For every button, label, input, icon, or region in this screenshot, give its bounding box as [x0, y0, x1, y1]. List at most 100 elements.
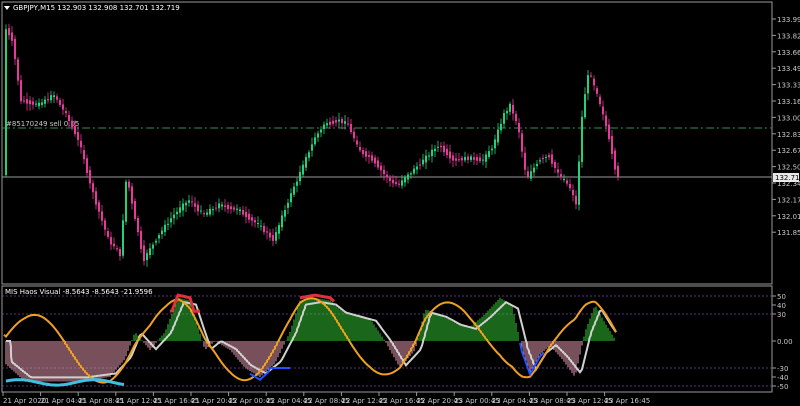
- candle-body: [233, 207, 235, 210]
- candle-body: [269, 232, 271, 238]
- candle-body: [398, 183, 400, 185]
- candle-body: [257, 223, 259, 225]
- price-axis: 133.990 133.825 133.660 133.495 133.330 133.1…: [772, 16, 800, 237]
- candle-body: [362, 149, 364, 155]
- candle-body: [143, 245, 145, 262]
- indicator-area[interactable]: [1, 285, 773, 393]
- price-tick-label: 132.010: [777, 213, 800, 221]
- candle-body: [344, 121, 346, 124]
- candle-body: [356, 140, 358, 145]
- candle-body: [17, 59, 19, 81]
- candle-body: [422, 159, 424, 165]
- candle-body: [251, 217, 253, 221]
- indicator-tick-label: -30: [777, 365, 788, 373]
- candle-body: [602, 106, 604, 115]
- candle-body: [44, 99, 46, 104]
- candle-body: [119, 248, 121, 257]
- indicator-axis: 504030 0.00 -30-40-50: [772, 293, 793, 391]
- candle-body: [437, 146, 439, 148]
- candle-body: [557, 169, 559, 173]
- candle-body: [293, 186, 295, 195]
- candle-body: [464, 156, 466, 161]
- candle-body: [218, 203, 220, 209]
- candle-body: [440, 145, 442, 148]
- candle-body: [191, 201, 193, 203]
- candle-body: [521, 133, 523, 152]
- candle-body: [197, 204, 199, 212]
- candle-body: [536, 163, 538, 167]
- candle-body: [575, 195, 577, 205]
- price-tick-label: 132.670: [777, 147, 800, 155]
- candle-body: [29, 100, 31, 105]
- candle-body: [290, 193, 292, 203]
- candle-body: [410, 173, 412, 175]
- candle-body: [599, 96, 601, 105]
- candle-body: [446, 148, 448, 156]
- candle-body: [449, 151, 451, 159]
- candle-body: [152, 244, 154, 249]
- candle-body: [545, 156, 547, 158]
- price-tick-label: 131.850: [777, 229, 800, 237]
- candle-body: [371, 155, 373, 161]
- candle-body: [458, 159, 460, 161]
- price-tick-label: 132.835: [777, 131, 800, 139]
- candle-body: [470, 156, 472, 161]
- candle-body: [272, 235, 274, 241]
- candle-body: [530, 171, 532, 179]
- candle-body: [131, 186, 133, 204]
- candle-body: [338, 119, 340, 122]
- candle-body: [47, 98, 49, 101]
- candle-body: [419, 164, 421, 166]
- candle-body: [434, 148, 436, 152]
- candle-body: [209, 208, 211, 215]
- candle-body: [566, 180, 568, 184]
- candle-body: [353, 131, 355, 139]
- candle-body: [305, 157, 307, 168]
- candle-body: [359, 146, 361, 151]
- candle-body: [8, 28, 10, 36]
- candle-body: [74, 125, 76, 135]
- candle-body: [137, 217, 139, 233]
- candle-body: [473, 157, 475, 160]
- candle-body: [482, 159, 484, 161]
- main-chart-area[interactable]: [1, 1, 773, 285]
- candle-body: [341, 118, 343, 124]
- chart-window[interactable]: GBPJPY,M15 132.903 132.908 132.701 132.7…: [0, 0, 800, 406]
- candle-body: [491, 148, 493, 151]
- candle-body: [194, 203, 196, 207]
- candle-body: [374, 157, 376, 164]
- candle-body: [365, 151, 367, 157]
- candle-body: [524, 152, 526, 170]
- candle-body: [110, 237, 112, 245]
- candle-body: [578, 161, 580, 205]
- candle-body: [95, 191, 97, 205]
- candle-body: [203, 213, 205, 215]
- candle-body: [296, 181, 298, 186]
- candle-body: [53, 95, 55, 98]
- candle-body: [50, 95, 52, 101]
- candle-body: [161, 230, 163, 235]
- candle-body: [242, 210, 244, 215]
- price-tick-label: 133.330: [777, 82, 800, 90]
- candle-body: [101, 211, 103, 221]
- candle-body: [389, 177, 391, 181]
- candle-body: [542, 157, 544, 160]
- candle-body: [71, 120, 73, 128]
- candle-body: [533, 167, 535, 173]
- candle-body: [134, 201, 136, 219]
- candle-body: [65, 111, 67, 114]
- candle-body: [116, 248, 118, 250]
- candle-body: [266, 231, 268, 233]
- candle-body: [146, 253, 148, 261]
- candle-body: [494, 139, 496, 149]
- candle-body: [461, 157, 463, 161]
- candle-body: [350, 123, 352, 133]
- candle-body: [416, 166, 418, 170]
- candle-body: [149, 248, 151, 256]
- candle-body: [56, 96, 58, 100]
- candle-body: [212, 209, 214, 211]
- candle-body: [497, 129, 499, 143]
- candle-body: [587, 75, 589, 94]
- candle-body: [299, 172, 301, 182]
- candle-body: [605, 115, 607, 127]
